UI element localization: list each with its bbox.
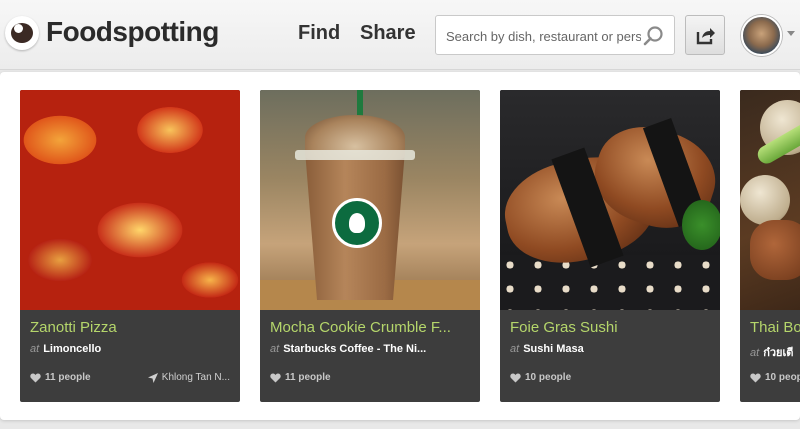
likes-count[interactable]: 11 people <box>270 372 331 383</box>
restaurant-name[interactable]: Limoncello <box>43 343 101 355</box>
dish-card[interactable]: Mocha Cookie Crumble F... at Starbucks Co… <box>260 90 480 402</box>
likes-label: 11 people <box>45 372 91 383</box>
location-link[interactable]: Khlong Tan N... <box>147 372 230 383</box>
dish-name[interactable]: Thai Bo <box>750 319 800 336</box>
likes-label: 11 people <box>285 372 331 383</box>
share-out-icon <box>696 28 715 45</box>
photo-fishball <box>740 175 790 225</box>
at-label: at <box>510 343 520 355</box>
likes-count[interactable]: 10 people <box>750 372 800 383</box>
at-label: at <box>30 343 40 355</box>
location-label: Khlong Tan N... <box>161 372 230 383</box>
dish-place[interactable]: at Sushi Masa <box>510 343 715 355</box>
dish-card[interactable]: Foie Gras Sushi at Sushi Masa 10 people <box>500 90 720 402</box>
at-label: at <box>750 347 760 359</box>
restaurant-name[interactable]: ก๋วยเตี <box>763 347 793 359</box>
heart-icon <box>270 372 281 383</box>
location-arrow-icon <box>147 372 158 383</box>
dish-photo[interactable] <box>740 90 800 310</box>
dish-name[interactable]: Mocha Cookie Crumble F... <box>270 319 475 336</box>
dish-photo[interactable] <box>20 90 240 310</box>
heart-icon <box>750 372 761 383</box>
dish-photo[interactable] <box>260 90 480 310</box>
photo-lid <box>295 150 415 160</box>
search-box <box>435 15 675 55</box>
restaurant-name[interactable]: Sushi Masa <box>523 343 584 355</box>
foodspotting-logo-icon[interactable] <box>5 16 39 50</box>
photo-meat <box>750 220 800 280</box>
at-label: at <box>270 343 280 355</box>
heart-icon <box>510 372 521 383</box>
dish-place[interactable]: at ก๋วยเตี <box>750 343 800 361</box>
restaurant-name[interactable]: Starbucks Coffee - The Ni... <box>283 343 426 355</box>
dish-card[interactable]: Thai Bo atก๋วยเตี 10 people <box>740 90 800 402</box>
user-avatar[interactable] <box>741 15 782 56</box>
dish-name[interactable]: Zanotti Pizza <box>30 319 235 336</box>
dish-card[interactable]: Zanotti Pizza at Limoncello 11 people Khl… <box>20 90 240 402</box>
share-button[interactable] <box>685 15 725 55</box>
likes-label: 10 people <box>525 372 572 383</box>
chevron-down-icon[interactable] <box>787 31 795 36</box>
top-header: Foodspotting Find Share <box>0 0 800 70</box>
dish-place[interactable]: at Limoncello <box>30 343 235 355</box>
starbucks-logo-icon <box>332 198 382 248</box>
heart-icon <box>30 372 41 383</box>
logo-text[interactable]: Foodspotting <box>46 16 219 48</box>
search-icon[interactable] <box>642 25 664 47</box>
dish-place[interactable]: at Starbucks Coffee - The Ni... <box>270 343 475 355</box>
dish-feed: Zanotti Pizza at Limoncello 11 people Khl… <box>0 72 800 420</box>
nav-share-link[interactable]: Share <box>360 22 416 45</box>
likes-label: 10 people <box>765 372 800 383</box>
dish-name[interactable]: Foie Gras Sushi <box>510 319 715 336</box>
likes-count[interactable]: 10 people <box>510 372 571 383</box>
photo-garnish <box>682 200 720 250</box>
photo-plate <box>500 255 720 310</box>
dish-photo[interactable] <box>500 90 720 310</box>
likes-count[interactable]: 11 people <box>30 372 91 383</box>
nav-find-link[interactable]: Find <box>298 22 340 45</box>
search-input[interactable] <box>446 26 641 46</box>
